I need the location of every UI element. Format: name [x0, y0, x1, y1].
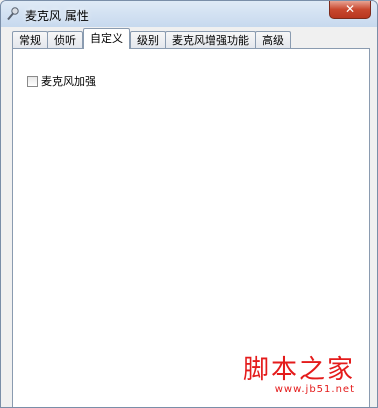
tab-general[interactable]: 常规	[12, 31, 48, 49]
microphone-icon	[7, 7, 19, 21]
tab-listen[interactable]: 侦听	[47, 31, 83, 49]
tab-custom[interactable]: 自定义	[83, 28, 130, 49]
tab-enhancements[interactable]: 麦克风增强功能	[165, 31, 256, 49]
watermark-logo-text: 脚本之家	[242, 355, 355, 385]
watermark-url: www.jb51.net	[274, 384, 355, 395]
properties-window: 麦克风 属性 ✕ 常规 侦听 自定义 级别 麦克风增强功能 高级 麦克风加强 脚…	[0, 0, 378, 408]
close-button[interactable]: ✕	[329, 1, 371, 19]
mic-boost-label[interactable]: 麦克风加强	[41, 73, 96, 89]
watermark: 脚本之家 www.jb51.net	[243, 356, 355, 395]
mic-boost-option[interactable]: 麦克风加强	[27, 73, 96, 89]
tab-strip: 常规 侦听 自定义 级别 麦克风增强功能 高级	[12, 28, 291, 49]
mic-boost-checkbox[interactable]	[27, 75, 38, 87]
title-bar[interactable]: 麦克风 属性 ✕	[1, 1, 377, 27]
window-title: 麦克风 属性	[25, 9, 89, 23]
tab-advanced[interactable]: 高级	[255, 31, 291, 49]
tab-levels[interactable]: 级别	[130, 31, 166, 49]
tab-panel-custom: 麦克风加强 脚本之家 www.jb51.net	[12, 48, 370, 407]
